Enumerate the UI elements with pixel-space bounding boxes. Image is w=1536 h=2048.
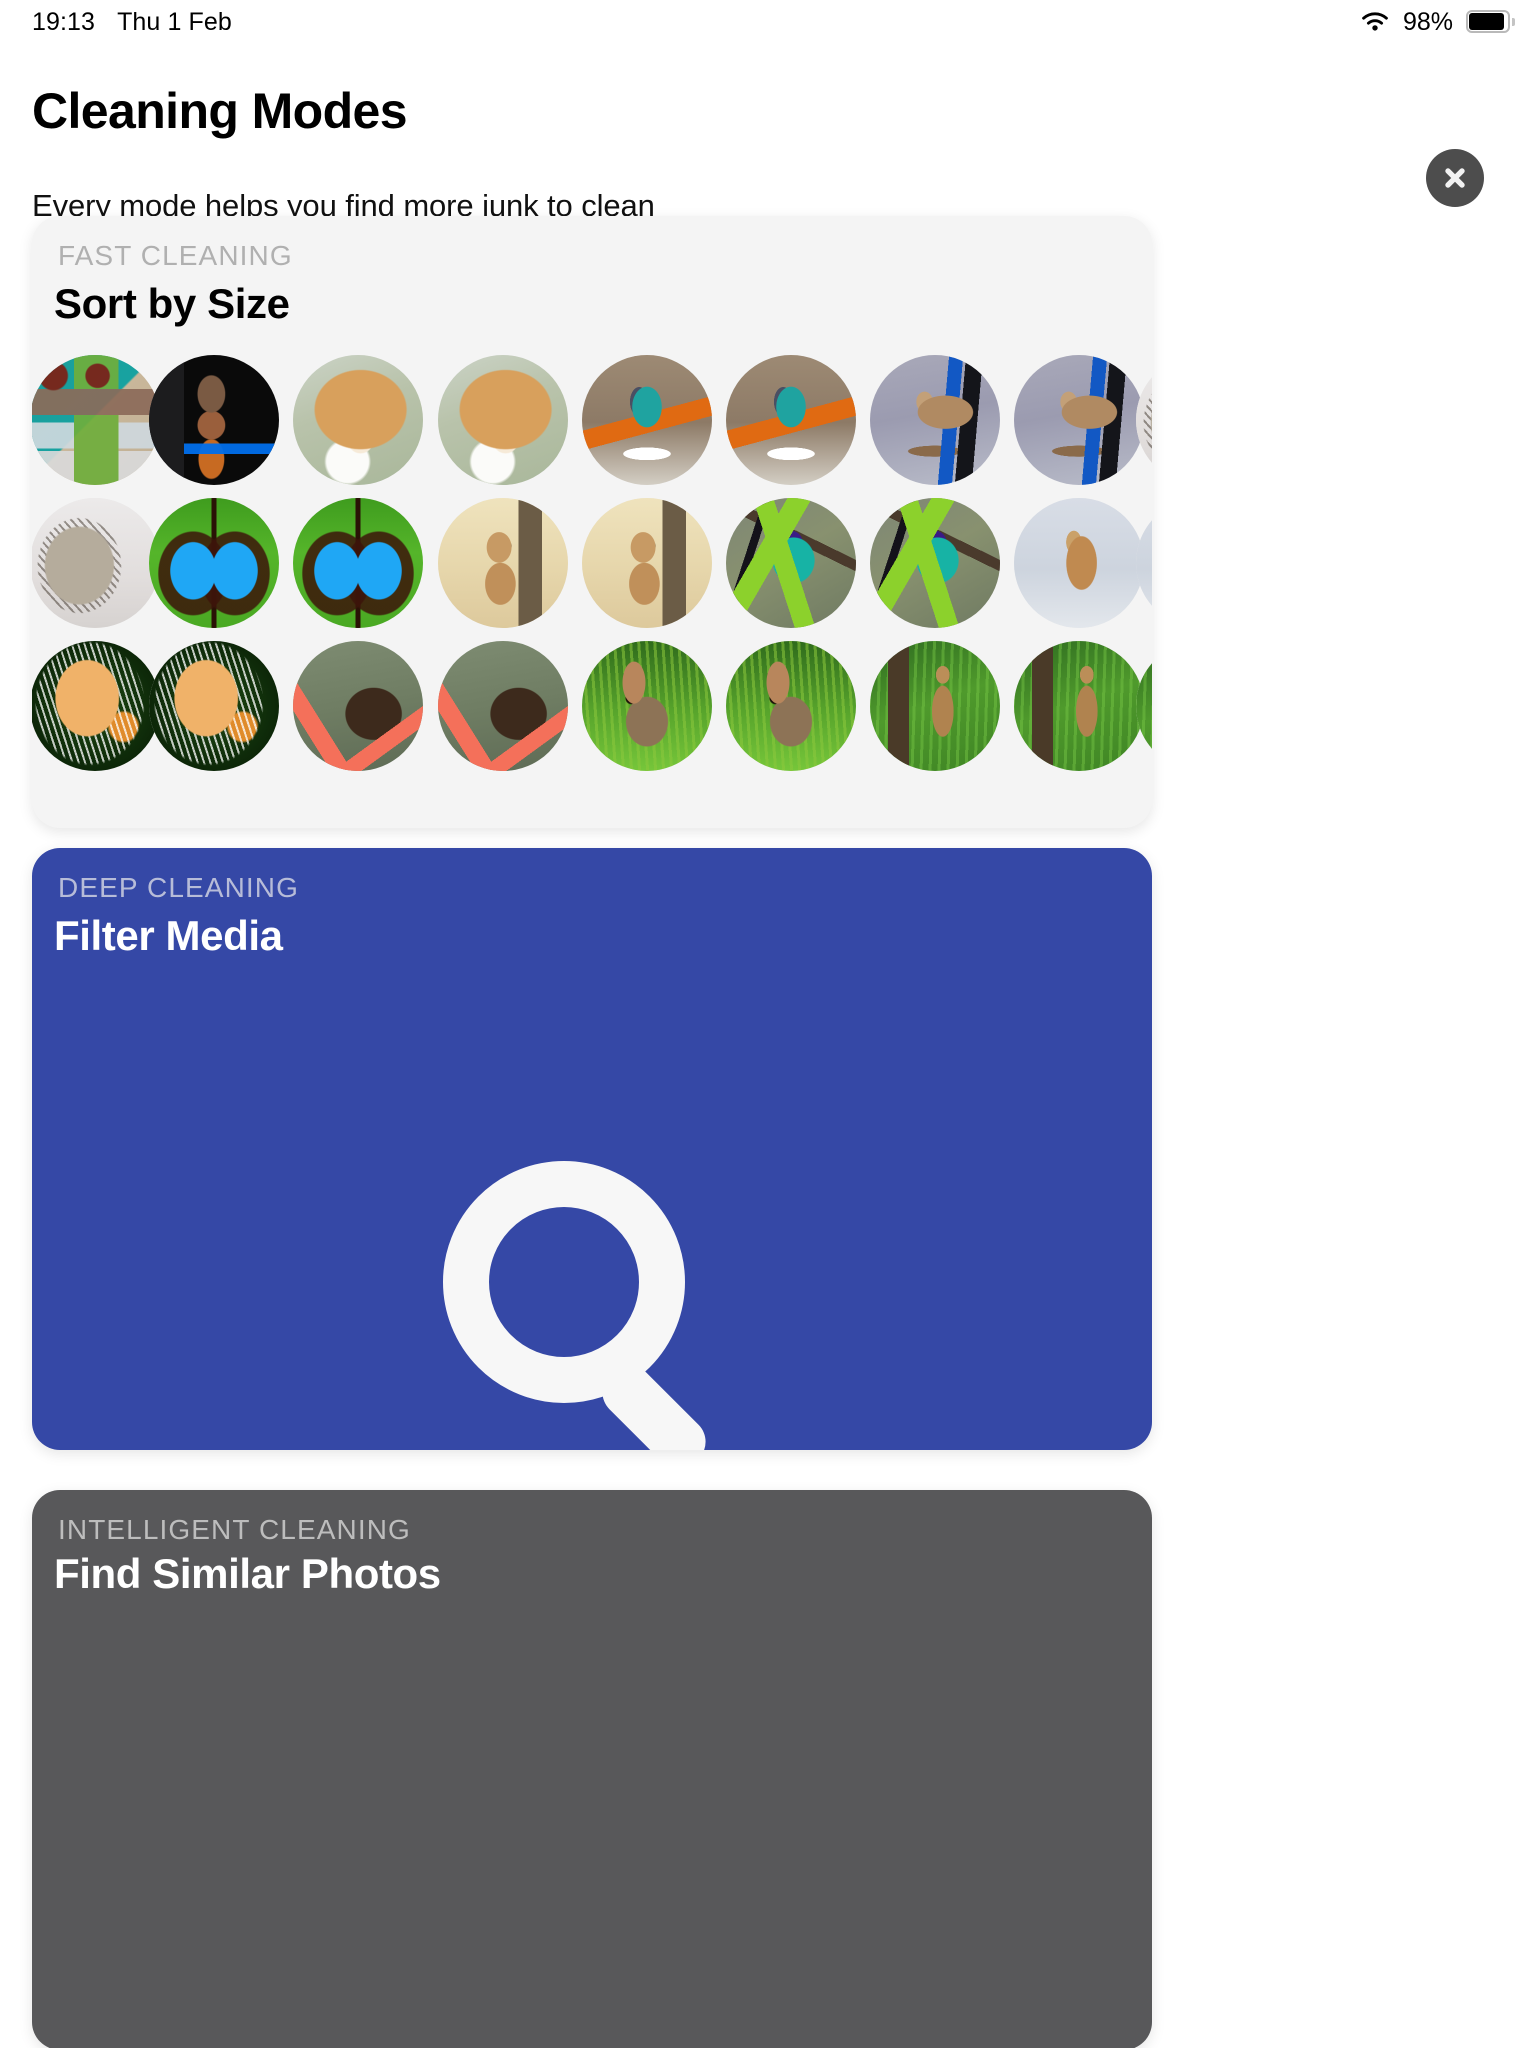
close-button[interactable] bbox=[1426, 149, 1484, 207]
photo-jay-bird-duplicate[interactable] bbox=[1014, 355, 1144, 485]
photo-kingfisher[interactable] bbox=[582, 355, 712, 485]
thumbnail-image bbox=[149, 355, 279, 485]
photo-discus-fish[interactable] bbox=[32, 641, 160, 771]
photo-partial-edge[interactable] bbox=[1136, 355, 1152, 485]
thumbnail-image bbox=[870, 641, 1000, 771]
thumbnail-image bbox=[438, 355, 568, 485]
card-find-similar-photos[interactable]: INTELLIGENT CLEANING Find Similar Photos bbox=[32, 1490, 1152, 2048]
photo-blue-butterfly[interactable] bbox=[149, 498, 279, 628]
photo-hedgehog[interactable] bbox=[32, 498, 160, 628]
thumbnail-image bbox=[582, 498, 712, 628]
card-heading-sort-by-size: Sort by Size bbox=[54, 280, 290, 327]
thumbnail-image bbox=[293, 641, 423, 771]
photo-blue-butterfly-duplicate[interactable] bbox=[293, 498, 423, 628]
status-bar: 19:13 Thu 1 Feb 98% bbox=[0, 0, 1536, 44]
magnifying-glass-icon bbox=[443, 1161, 706, 1450]
status-bar-right: 98% bbox=[1360, 7, 1515, 37]
status-time: 19:13 bbox=[32, 7, 96, 36]
thumbnail-image bbox=[32, 498, 160, 628]
photo-discus-fish-duplicate[interactable] bbox=[149, 641, 279, 771]
photo-brown-butterfly-duplicate[interactable] bbox=[438, 641, 568, 771]
card-eyebrow-deep-cleaning: DEEP CLEANING bbox=[58, 872, 299, 903]
wifi-icon bbox=[1360, 11, 1390, 34]
photo-lion-cub-duplicate[interactable] bbox=[582, 498, 712, 628]
thumbnail-image bbox=[726, 498, 856, 628]
thumbnail-image bbox=[1136, 498, 1152, 628]
thumbnail-image bbox=[149, 498, 279, 628]
thumbnail-image bbox=[870, 498, 1000, 628]
battery-icon bbox=[1466, 10, 1515, 34]
photo-horse-in-snow[interactable] bbox=[1014, 498, 1144, 628]
thumbnail-image bbox=[32, 641, 160, 771]
thumbnail-image bbox=[1014, 355, 1144, 485]
photo-leopard[interactable] bbox=[293, 355, 423, 485]
photo-horse-partial-edge[interactable] bbox=[1136, 498, 1152, 628]
page-title: Cleaning Modes bbox=[32, 83, 408, 139]
card-heading-find-similar-photos: Find Similar Photos bbox=[54, 1550, 441, 1597]
thumbnail-image bbox=[1014, 641, 1144, 771]
thumbnail-image bbox=[870, 355, 1000, 485]
photo-thumbnail-row bbox=[32, 498, 1152, 628]
thumbnail-image bbox=[293, 498, 423, 628]
photo-hummingbird-duplicate[interactable] bbox=[870, 498, 1000, 628]
thumbnail-image bbox=[438, 641, 568, 771]
photo-rabbit[interactable] bbox=[582, 641, 712, 771]
photo-brown-butterfly[interactable] bbox=[293, 641, 423, 771]
thumbnail-image bbox=[32, 355, 160, 485]
battery-percent: 98% bbox=[1402, 7, 1453, 36]
thumbnail-image bbox=[582, 355, 712, 485]
photo-fawn-deer-duplicate[interactable] bbox=[1014, 641, 1144, 771]
photo-hummingbird[interactable] bbox=[726, 498, 856, 628]
photo-kingfisher-duplicate[interactable] bbox=[726, 355, 856, 485]
thumbnail-image bbox=[1136, 641, 1152, 771]
photo-collage[interactable] bbox=[32, 355, 160, 485]
photo-fawn-partial-edge[interactable] bbox=[1136, 641, 1152, 771]
card-eyebrow-fast-cleaning: FAST CLEANING bbox=[58, 240, 293, 271]
thumbnail-image bbox=[1014, 498, 1144, 628]
thumbnail-image bbox=[1136, 355, 1152, 485]
thumbnail-image bbox=[726, 355, 856, 485]
card-filter-media[interactable]: DEEP CLEANING Filter Media bbox=[32, 848, 1152, 1450]
photo-thumbnail-grid[interactable] bbox=[32, 355, 1152, 775]
card-heading-filter-media: Filter Media bbox=[54, 912, 283, 959]
thumbnail-image bbox=[438, 498, 568, 628]
card-sort-by-size[interactable]: FAST CLEANING Sort by Size bbox=[32, 216, 1152, 828]
photo-thumbnail-row bbox=[32, 355, 1152, 485]
photo-thumbnail-row bbox=[32, 641, 1152, 771]
status-date: Thu 1 Feb bbox=[117, 7, 232, 36]
photo-rabbit-duplicate[interactable] bbox=[726, 641, 856, 771]
thumbnail-image bbox=[293, 355, 423, 485]
photo-fawn-deer[interactable] bbox=[870, 641, 1000, 771]
thumbnail-image bbox=[726, 641, 856, 771]
photo-app-screenshot[interactable] bbox=[149, 355, 279, 485]
photo-leopard-duplicate[interactable] bbox=[438, 355, 568, 485]
close-icon bbox=[1445, 168, 1465, 188]
thumbnail-image bbox=[149, 641, 279, 771]
card-eyebrow-intelligent-cleaning: INTELLIGENT CLEANING bbox=[58, 1514, 411, 1545]
photo-jay-bird[interactable] bbox=[870, 355, 1000, 485]
thumbnail-image bbox=[582, 641, 712, 771]
status-bar-left: 19:13 Thu 1 Feb bbox=[32, 8, 232, 37]
photo-lion-cub[interactable] bbox=[438, 498, 568, 628]
